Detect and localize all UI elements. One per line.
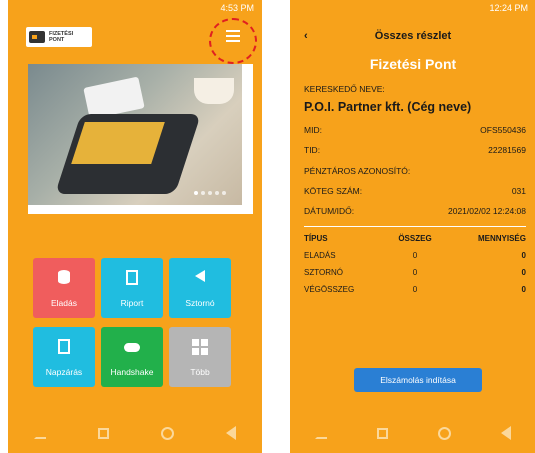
- highlight-circle: [209, 18, 257, 64]
- report-edit-icon: [58, 339, 70, 354]
- tid-row: TID: 22281569: [304, 145, 526, 155]
- merchant-name: P.O.I. Partner kft. (Cég neve): [304, 100, 472, 114]
- page-title: Összes részlet: [374, 30, 452, 42]
- recents-icon[interactable]: [98, 427, 109, 439]
- merchant-label-row: KERESKEDŐ NEVE:: [304, 84, 385, 94]
- page-subtitle: Fizetési Pont: [369, 56, 457, 72]
- fizetesi-pont-logo: FIZETÉSI PONT: [26, 27, 92, 47]
- card-icon: [29, 31, 45, 43]
- android-nav-bar: [290, 413, 535, 453]
- tile-tobb[interactable]: Több: [169, 327, 231, 387]
- cashier-row: PÉNZTÁROS AZONOSÍTÓ:: [304, 166, 411, 176]
- back-icon[interactable]: [226, 426, 236, 440]
- status-bar: 4:53 PM: [220, 3, 254, 13]
- tile-handshake[interactable]: Handshake: [101, 327, 163, 387]
- table-row: SZTORNÓ 0 0: [304, 268, 526, 277]
- batch-row: KÖTEG SZÁM: 031: [304, 186, 526, 196]
- home-icon[interactable]: [438, 426, 451, 440]
- document-icon: [126, 270, 138, 285]
- tile-napzaras[interactable]: Napzárás: [33, 327, 95, 387]
- home-icon[interactable]: [161, 426, 174, 440]
- table-header: TÍPUS ÖSSZEG MENNYISÉG: [304, 234, 526, 243]
- tile-riport[interactable]: Riport: [101, 258, 163, 318]
- table-row: VÉGÖSSZEG 0 0: [304, 285, 526, 294]
- carousel-dots[interactable]: [194, 191, 226, 195]
- tile-sztorno[interactable]: Sztornó: [169, 258, 231, 318]
- undo-icon: [195, 270, 205, 282]
- summary-table: TÍPUS ÖSSZEG MENNYISÉG ELADÁS 0 0 SZTORN…: [304, 230, 526, 298]
- mid-row: MID: OFS550436: [304, 125, 526, 135]
- recents-icon[interactable]: [377, 427, 388, 439]
- tile-eladas[interactable]: Eladás: [33, 258, 95, 318]
- pos-terminal-image: [28, 64, 242, 205]
- details-screen: 12:24 PM ‹ Összes részlet Fizetési Pont …: [290, 0, 535, 453]
- android-nav-bar: [8, 413, 262, 453]
- divider: [304, 226, 526, 227]
- datetime-row: DÁTUM/IDŐ: 2021/02/02 12:24:08: [304, 206, 526, 216]
- status-bar: 12:24 PM: [489, 3, 528, 13]
- grid-icon: [192, 339, 208, 355]
- chevron-down-icon[interactable]: [34, 427, 46, 439]
- database-icon: [58, 270, 70, 284]
- back-icon[interactable]: [501, 426, 511, 440]
- logo-text: FIZETÉSI PONT: [49, 31, 74, 43]
- start-settlement-button[interactable]: Elszámolás indítása: [354, 368, 482, 392]
- chevron-down-icon[interactable]: [315, 427, 327, 439]
- cloud-icon: [124, 343, 140, 352]
- home-screen: 4:53 PM FIZETÉSI PONT Eladás Riport Sztor…: [8, 0, 262, 453]
- promo-banner[interactable]: [28, 64, 253, 214]
- table-row: ELADÁS 0 0: [304, 251, 526, 260]
- coffee-cup-image: [194, 78, 234, 104]
